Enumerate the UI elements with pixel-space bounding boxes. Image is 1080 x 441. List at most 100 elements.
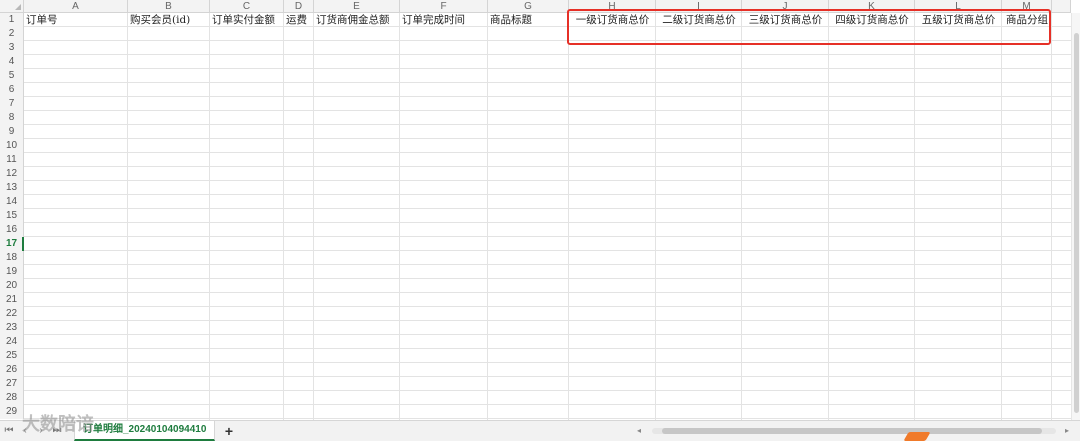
- row-header[interactable]: 27: [0, 377, 24, 391]
- column-gridline: [399, 13, 400, 420]
- vertical-scrollbar-thumb[interactable]: [1074, 33, 1079, 413]
- row-gridline: [24, 208, 1080, 209]
- column-header[interactable]: A: [24, 0, 128, 13]
- column-gridline: [1051, 13, 1052, 420]
- row-header[interactable]: 25: [0, 349, 24, 363]
- row-header[interactable]: 15: [0, 209, 24, 223]
- column-header[interactable]: D: [284, 0, 314, 13]
- row-header[interactable]: 5: [0, 69, 24, 83]
- row-header[interactable]: 22: [0, 307, 24, 321]
- row-gridline: [24, 138, 1080, 139]
- row-header[interactable]: 23: [0, 321, 24, 335]
- horizontal-scrollbar[interactable]: ◂ ▸: [634, 426, 1074, 436]
- spreadsheet-grid[interactable]: ABCDEFGHIJKLM 1 2 3 4 5 6 7 8 9 10 11 12 13 14 15 16 17 1…: [0, 0, 1080, 420]
- column-gridline: [487, 13, 488, 420]
- highlight-annotation-box: [567, 9, 1051, 45]
- row-gridline: [24, 82, 1080, 83]
- row-header[interactable]: 14: [0, 195, 24, 209]
- select-all-corner[interactable]: [0, 0, 24, 13]
- row-header[interactable]: 19: [0, 265, 24, 279]
- row-gridline: [24, 334, 1080, 335]
- row-header[interactable]: 3: [0, 41, 24, 55]
- row-header[interactable]: 10: [0, 139, 24, 153]
- row-header[interactable]: 1: [0, 13, 24, 27]
- row-gridline: [24, 264, 1080, 265]
- header-cell[interactable]: 商品标题: [488, 13, 569, 27]
- row-header[interactable]: 24: [0, 335, 24, 349]
- first-sheet-icon[interactable]: ⏮: [4, 425, 14, 437]
- row-gridline: [24, 180, 1080, 181]
- header-cell[interactable]: 运费: [284, 13, 314, 27]
- column-gridline: [127, 13, 128, 420]
- vertical-scrollbar[interactable]: [1071, 13, 1080, 420]
- header-cell[interactable]: 订单实付金额: [210, 13, 284, 27]
- row-gridline: [24, 222, 1080, 223]
- header-cell[interactable]: 订货商佣金总额: [314, 13, 400, 27]
- horizontal-scrollbar-track[interactable]: [652, 428, 1056, 434]
- row-gridline: [24, 390, 1080, 391]
- header-cell[interactable]: 订单完成时间: [400, 13, 488, 27]
- row-gridline: [24, 320, 1080, 321]
- column-gridline: [313, 13, 314, 420]
- row-header[interactable]: 18: [0, 251, 24, 265]
- column-header[interactable]: G: [488, 0, 569, 13]
- column-gridline: [828, 13, 829, 420]
- row-header[interactable]: 20: [0, 279, 24, 293]
- row-header[interactable]: 11: [0, 153, 24, 167]
- row-gridline: [24, 96, 1080, 97]
- scroll-right-icon[interactable]: ▸: [1062, 426, 1072, 436]
- last-sheet-icon[interactable]: ⏭: [52, 425, 62, 437]
- prev-sheet-icon[interactable]: ‹: [20, 425, 30, 437]
- row-header[interactable]: 26: [0, 363, 24, 377]
- column-gridline: [1001, 13, 1002, 420]
- row-gridline: [24, 292, 1080, 293]
- sheet-tab-active[interactable]: 订单明细_20240104094410: [74, 421, 216, 441]
- column-header[interactable]: F: [400, 0, 488, 13]
- row-gridline: [24, 152, 1080, 153]
- column-gridline: [655, 13, 656, 420]
- row-header[interactable]: 29: [0, 405, 24, 419]
- column-header[interactable]: B: [128, 0, 210, 13]
- row-gridline: [24, 362, 1080, 363]
- row-gridline: [24, 54, 1080, 55]
- column-gridline: [914, 13, 915, 420]
- row-gridline: [24, 376, 1080, 377]
- header-cell[interactable]: 订单号: [24, 13, 128, 27]
- row-gridline: [24, 418, 1080, 419]
- row-header[interactable]: 16: [0, 223, 24, 237]
- row-header[interactable]: 12: [0, 167, 24, 181]
- row-gridline: [24, 278, 1080, 279]
- row-header[interactable]: 13: [0, 181, 24, 195]
- row-gridline: [24, 110, 1080, 111]
- row-gridline: [24, 166, 1080, 167]
- column-gridline: [568, 13, 569, 420]
- row-header[interactable]: 2: [0, 27, 24, 41]
- column-gridline: [209, 13, 210, 420]
- horizontal-scrollbar-thumb[interactable]: [662, 428, 1042, 434]
- next-sheet-icon[interactable]: ›: [36, 425, 46, 437]
- row-gridline: [24, 250, 1080, 251]
- column-gridline: [741, 13, 742, 420]
- row-gridline: [24, 348, 1080, 349]
- row-gridline: [24, 404, 1080, 405]
- row-gridline: [24, 236, 1080, 237]
- add-sheet-button[interactable]: +: [222, 423, 236, 439]
- row-gridline: [24, 306, 1080, 307]
- row-gridline: [24, 68, 1080, 69]
- row-header[interactable]: 6: [0, 83, 24, 97]
- scroll-left-icon[interactable]: ◂: [634, 426, 644, 436]
- row-header[interactable]: 7: [0, 97, 24, 111]
- row-header[interactable]: 17: [0, 237, 24, 251]
- row-gridline: [24, 194, 1080, 195]
- row-gridline: [24, 124, 1080, 125]
- column-gridline: [283, 13, 284, 420]
- row-header[interactable]: 21: [0, 293, 24, 307]
- row-header[interactable]: 9: [0, 125, 24, 139]
- column-header[interactable]: C: [210, 0, 284, 13]
- row-header[interactable]: 28: [0, 391, 24, 405]
- column-header[interactable]: E: [314, 0, 400, 13]
- header-cell[interactable]: 购买会员(id): [128, 13, 210, 27]
- row-header[interactable]: 8: [0, 111, 24, 125]
- column-header[interactable]: [1052, 0, 1071, 13]
- row-header[interactable]: 4: [0, 55, 24, 69]
